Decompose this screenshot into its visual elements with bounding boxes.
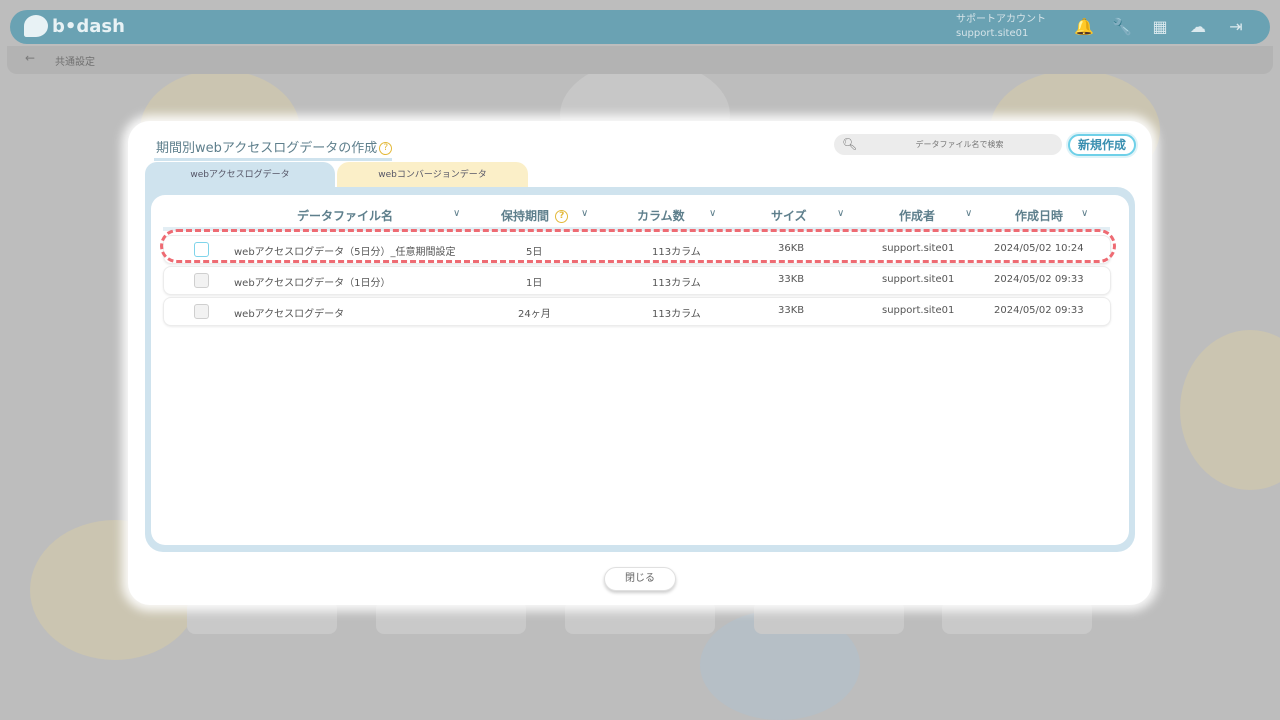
cell-created: 2024/05/02 10:24 <box>994 243 1084 254</box>
bell-icon[interactable]: 🔔 <box>1074 17 1094 37</box>
table-row[interactable]: webアクセスログデータ 24ヶ月 113カラム 33KB support.si… <box>163 297 1111 326</box>
chevron-down-icon[interactable]: ∨ <box>453 208 460 219</box>
chevron-down-icon[interactable]: ∨ <box>1081 208 1088 219</box>
cell-columns: 113カラム <box>652 247 701 258</box>
cell-retention: 5日 <box>526 247 543 258</box>
cell-created: 2024/05/02 09:33 <box>994 274 1084 285</box>
close-button[interactable]: 閉じる <box>604 567 676 591</box>
table-row[interactable]: webアクセスログデータ（5日分）_任意期間設定 5日 113カラム 36KB … <box>163 235 1111 264</box>
breadcrumb: 共通設定 <box>55 57 95 68</box>
cell-size: 33KB <box>778 305 805 316</box>
breadcrumb-bar: ← 共通設定 <box>7 46 1273 74</box>
account-info[interactable]: サポートアカウント support.site01 <box>956 13 1046 41</box>
column-header-retention[interactable]: 保持期間 ? <box>501 207 569 224</box>
background-card <box>565 600 715 634</box>
cell-name: webアクセスログデータ（1日分） <box>234 278 391 289</box>
chevron-down-icon[interactable]: ∨ <box>837 208 844 219</box>
help-icon[interactable]: ? <box>379 142 393 155</box>
cell-name: webアクセスログデータ（5日分）_任意期間設定 <box>234 247 456 258</box>
logo-text: b•dash <box>52 15 125 37</box>
row-checkbox[interactable] <box>194 304 209 319</box>
cell-size: 36KB <box>778 243 805 254</box>
cell-columns: 113カラム <box>652 278 701 289</box>
background-card <box>187 600 337 634</box>
column-header-name[interactable]: データファイル名 <box>297 207 393 224</box>
logout-icon[interactable]: ⇥ <box>1226 17 1246 37</box>
grid-icon[interactable]: ▦ <box>1150 17 1170 37</box>
modal-title-text: 期間別webアクセスログデータの作成 <box>156 141 378 156</box>
chevron-down-icon[interactable]: ∨ <box>581 208 588 219</box>
cell-size: 33KB <box>778 274 805 285</box>
help-icon[interactable]: ? <box>555 210 569 223</box>
tab-panel: データファイル名 ∨ 保持期間 ? ∨ カラム数 ∨ サイズ ∨ 作成者 ∨ 作… <box>145 187 1135 552</box>
search-input[interactable] <box>862 134 1057 155</box>
data-table: データファイル名 ∨ 保持期間 ? ∨ カラム数 ∨ サイズ ∨ 作成者 ∨ 作… <box>151 195 1129 545</box>
cell-columns: 113カラム <box>652 309 701 320</box>
account-label: サポートアカウント <box>956 14 1046 25</box>
background-card <box>376 600 526 634</box>
top-navigation-bar: b•dash サポートアカウント support.site01 🔔 🔧 ▦ ☁ … <box>10 10 1270 44</box>
logo-bubble-icon <box>24 15 48 37</box>
wrench-icon[interactable]: 🔧 <box>1112 17 1132 37</box>
row-checkbox[interactable] <box>194 242 209 257</box>
cell-retention: 24ヶ月 <box>518 309 551 320</box>
top-icon-group: 🔔 🔧 ▦ ☁ ⇥ <box>1074 17 1246 37</box>
back-arrow-icon[interactable]: ← <box>25 51 35 65</box>
cell-retention: 1日 <box>526 278 543 289</box>
cell-name: webアクセスログデータ <box>234 309 345 320</box>
background-card <box>754 600 904 634</box>
column-header-retention-label: 保持期間 <box>501 209 550 223</box>
table-header: データファイル名 ∨ 保持期間 ? ∨ カラム数 ∨ サイズ ∨ 作成者 ∨ 作… <box>163 201 1110 231</box>
account-id: support.site01 <box>956 28 1029 39</box>
tab-web-conversion[interactable]: webコンバージョンデータ <box>337 162 528 188</box>
column-header-author[interactable]: 作成者 <box>899 207 935 224</box>
column-header-size[interactable]: サイズ <box>771 207 807 224</box>
create-data-modal: 期間別webアクセスログデータの作成? 🔍︎ 新規作成 webアクセスログデータ… <box>128 121 1152 605</box>
cell-created: 2024/05/02 09:33 <box>994 305 1084 316</box>
cell-author: support.site01 <box>882 243 955 254</box>
cell-author: support.site01 <box>882 274 955 285</box>
column-header-created[interactable]: 作成日時 <box>1015 207 1063 224</box>
table-row[interactable]: webアクセスログデータ（1日分） 1日 113カラム 33KB support… <box>163 266 1111 295</box>
cell-author: support.site01 <box>882 305 955 316</box>
new-create-button[interactable]: 新規作成 <box>1068 134 1136 156</box>
search-box: 🔍︎ <box>834 134 1062 155</box>
chevron-down-icon[interactable]: ∨ <box>965 208 972 219</box>
tab-web-access-log[interactable]: webアクセスログデータ <box>145 162 335 188</box>
app-logo[interactable]: b•dash <box>24 15 125 37</box>
background-card <box>942 600 1092 634</box>
row-checkbox[interactable] <box>194 273 209 288</box>
chevron-down-icon[interactable]: ∨ <box>709 208 716 219</box>
background-decoration <box>1180 330 1280 490</box>
column-header-columns[interactable]: カラム数 <box>637 207 685 224</box>
search-icon: 🔍︎ <box>842 137 858 151</box>
modal-title: 期間別webアクセスログデータの作成? <box>154 137 393 161</box>
support-chat-icon[interactable]: ☁ <box>1188 17 1208 37</box>
